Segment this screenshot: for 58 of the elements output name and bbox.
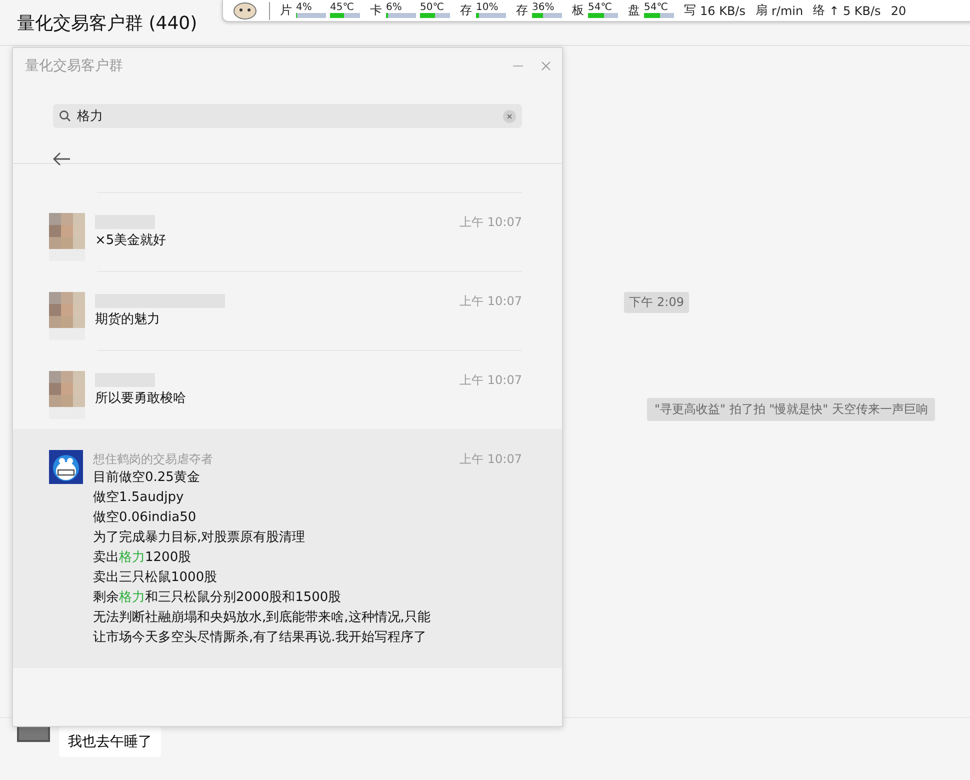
search-result[interactable]: 上午 10:07 期货的魅力 — [13, 271, 562, 350]
search-result[interactable]: 上午 10:07 所以要勇敢梭哈 — [13, 350, 562, 429]
message-bubble: 我也去午睡了 — [59, 727, 161, 757]
metric-label: 存 — [516, 2, 528, 19]
metric-value: 20 — [890, 4, 906, 18]
message-text: 做空1.5audjpy — [93, 489, 185, 507]
system-message: "寻更高收益" 拍了拍 "慢就是快" 天空传来一声巨响 — [647, 398, 935, 421]
message-time: 上午 10:07 — [460, 292, 522, 310]
metric-value: 45℃ — [330, 3, 354, 13]
pixelated-avatar — [49, 213, 85, 261]
close-icon — [540, 60, 552, 72]
message-text: ×5美金就好 — [95, 232, 168, 250]
monkey-face-icon — [231, 0, 259, 20]
message-text: 目前做空0.25黄金 — [93, 469, 201, 487]
search-icon — [59, 110, 71, 122]
metric-label: 板 — [572, 2, 584, 19]
search-input[interactable]: 格力 — [77, 108, 497, 124]
window-title: 量化交易客户群 — [25, 57, 123, 75]
metric-label: 片 — [280, 2, 292, 19]
message-text: 为了完成暴力目标,对股票原有股清理 — [93, 529, 306, 547]
message-time: 上午 10:07 — [460, 450, 522, 468]
pixelated-avatar — [49, 371, 85, 419]
pixelated-avatar — [49, 292, 85, 340]
metric-value: 10% — [476, 3, 498, 13]
metric-label: 写 — [684, 2, 696, 19]
metric-value: 36% — [532, 3, 554, 13]
search-field[interactable]: 格力 — [53, 104, 522, 128]
close-button[interactable] — [540, 60, 552, 72]
time-tag: 下午 2:09 — [624, 292, 689, 313]
message-text: 期货的魅力 — [95, 311, 161, 329]
message-text: 卖出三只松鼠1000股 — [93, 569, 218, 587]
message-text: 做空0.06india50 — [93, 509, 198, 527]
sender-name: 想住鹤岗的交易虐夺者 — [93, 450, 213, 468]
message-text: 剩余格力和三只松鼠分别2000股和1500股 — [93, 589, 342, 607]
clear-icon[interactable] — [503, 110, 516, 122]
metric-value: r/min — [771, 4, 804, 18]
search-result[interactable]: 想住鹤岗的交易虐夺者 上午 10:07 目前做空0.25黄金 做空1.5audjpy 做空0.06india50 为了完成暴力目标,对股票原有股清理 卖出格力 1200股 卖出三只松鼠1000股 剩余格力和三只松鼠分别2000股和1500股 无法判断社融崩塌和央妈放水,到底能带来啥,这种情况,只能让市场今天多空头尽情厮杀,有了结果再说.我开始写程序了 — [13, 429, 562, 668]
metric-label: 盘 — [628, 2, 640, 19]
message-text: 所以要勇敢梭哈 — [95, 390, 187, 408]
chat-title: 量化交易客户群 (440) — [17, 12, 198, 34]
metric-value: 6% — [386, 3, 402, 13]
metric-label: 卡 — [370, 2, 382, 19]
metric-value: ↑ 5 KB/s — [829, 4, 881, 18]
cartoon-avatar — [49, 450, 83, 484]
metric-value: 54℃ — [588, 3, 612, 13]
message-time: 上午 10:07 — [460, 214, 522, 230]
metric-label: 扇 — [755, 2, 768, 19]
metric-value: 54℃ — [644, 3, 668, 13]
search-result[interactable]: 上午 10:07 ×5美金就好 — [13, 192, 562, 271]
metric-label: 络 — [813, 2, 826, 19]
metric-label: 存 — [460, 2, 472, 19]
metric-value: 50℃ — [420, 3, 444, 13]
message-text: 无法判断社融崩塌和央妈放水,到底能带来啥,这种情况,只能让市场今天多空头尽情厮杀,有了结果再说.我开始写程序了 — [93, 609, 432, 647]
metric-value: 4% — [296, 3, 312, 13]
back-arrow-icon[interactable] — [53, 152, 71, 166]
metric-value: 16 KB/s — [700, 4, 746, 18]
message-text: 卖出格力 1200股 — [93, 549, 192, 567]
message-time: 上午 10:07 — [460, 372, 522, 388]
